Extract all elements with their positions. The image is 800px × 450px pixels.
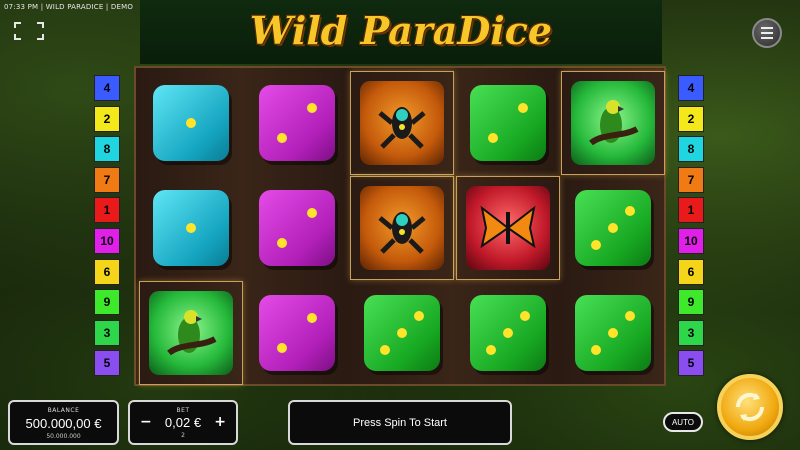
green-die-2-icon	[469, 85, 546, 161]
status-time: 07:33 PM	[4, 3, 39, 11]
magenta-die-2-icon	[258, 295, 335, 371]
reel-cell	[456, 176, 560, 280]
bet-credits: 2	[181, 432, 185, 439]
magenta-die-2-icon	[258, 85, 335, 161]
menu-button[interactable]	[752, 18, 782, 48]
payline-right-8: 8	[678, 136, 704, 163]
payline-right-3: 3	[678, 319, 704, 346]
green-die-3-icon	[364, 295, 440, 371]
payline-left-8: 8	[94, 136, 120, 163]
status-game-name: WILD PARADICE	[45, 3, 104, 11]
payline-right-7: 7	[678, 166, 704, 193]
payline-left-6: 6	[94, 258, 120, 285]
reel-cell	[245, 71, 349, 175]
green-die-3-icon	[575, 190, 651, 266]
payline-right-2: 2	[678, 105, 704, 132]
cyan-die-1-icon	[153, 190, 229, 266]
reel-cell	[245, 176, 349, 280]
payline-right-5: 5	[678, 350, 704, 377]
balance-panel: BALANCE 500.000,00 € 50.000.000	[8, 400, 119, 445]
reel-cell	[139, 281, 243, 385]
message-text: Press Spin To Start	[353, 416, 447, 429]
frog-icon	[360, 186, 444, 270]
title-banner: Wild ParaDice	[140, 0, 662, 64]
reel-cell	[456, 281, 560, 385]
reel-cell	[350, 176, 454, 280]
parrot-icon	[571, 81, 655, 165]
reel-grid	[134, 66, 666, 386]
game-title: Wild ParaDice	[249, 8, 553, 53]
reel-cell	[139, 71, 243, 175]
cyan-die-1-icon	[153, 85, 229, 161]
balance-label: BALANCE	[47, 407, 80, 414]
reel-cell	[350, 71, 454, 175]
autoplay-button[interactable]: AUTO	[663, 412, 703, 432]
paylines-right: 4 2 8 7 1 10 6 9 3 5	[678, 75, 706, 381]
payline-right-4: 4	[678, 75, 704, 101]
reel-cell	[139, 176, 243, 280]
butterfly-icon	[465, 186, 550, 270]
payline-right-6: 6	[678, 258, 704, 285]
reel-cell	[561, 176, 665, 280]
magenta-die-2-icon	[258, 190, 335, 266]
reel-cell	[456, 71, 560, 175]
bet-value: 0,02 €	[164, 414, 202, 430]
message-box: Press Spin To Start	[288, 400, 512, 445]
payline-left-9: 9	[94, 289, 120, 316]
payline-left-2: 2	[94, 105, 120, 132]
bet-increase-button[interactable]: +	[214, 414, 226, 430]
bet-decrease-button[interactable]: −	[140, 414, 152, 430]
status-mode: DEMO	[110, 3, 134, 11]
paylines-left: 4 2 8 7 1 10 6 9 3 5	[94, 75, 122, 381]
spin-button[interactable]	[717, 374, 783, 440]
green-die-3-icon	[469, 295, 546, 371]
payline-left-7: 7	[94, 166, 120, 193]
reel-cell	[245, 281, 349, 385]
status-bar: 07:33 PM | WILD PARADICE | DEMO	[4, 3, 134, 11]
frog-icon	[360, 81, 444, 165]
bet-label: BET	[176, 407, 190, 414]
balance-value: 500.000,00 €	[25, 416, 102, 431]
reel-cell	[561, 71, 665, 175]
reel-cell	[350, 281, 454, 385]
spin-arrows-icon	[735, 392, 765, 422]
payline-left-3: 3	[94, 319, 120, 346]
payline-right-10: 10	[678, 227, 704, 254]
payline-left-1: 1	[94, 197, 120, 224]
payline-left-4: 4	[94, 75, 120, 101]
balance-credits: 50.000.000	[46, 433, 81, 440]
fullscreen-icon[interactable]	[14, 22, 44, 40]
payline-left-5: 5	[94, 350, 120, 377]
reel-cell	[561, 281, 665, 385]
payline-right-1: 1	[678, 197, 704, 224]
payline-left-10: 10	[94, 227, 120, 254]
bet-panel: BET − 0,02 € + 2	[128, 400, 238, 445]
hamburger-icon	[761, 26, 773, 41]
payline-right-9: 9	[678, 289, 704, 316]
green-die-3-icon	[575, 295, 651, 371]
parrot-icon	[149, 291, 233, 375]
